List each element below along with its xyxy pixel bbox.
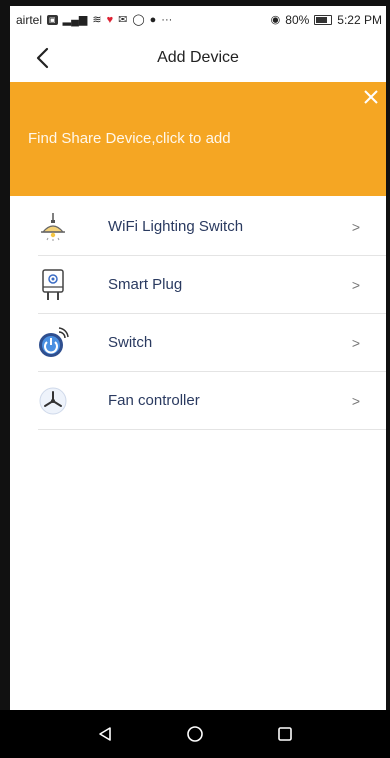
banner-text[interactable]: Find Share Device,click to add <box>28 130 231 147</box>
back-button[interactable] <box>26 42 58 74</box>
status-time: 5:22 PM <box>337 13 382 27</box>
lamp-icon <box>36 210 70 244</box>
chevron-right-icon: > <box>351 392 360 409</box>
more-notifications-icon: ··· <box>161 13 173 26</box>
close-icon[interactable] <box>362 88 380 106</box>
device-label: Smart Plug <box>108 276 183 293</box>
nav-recents-button[interactable] <box>270 719 300 749</box>
status-bar: airtel ▣ ▂▄▆ ≋ ♥ ✉ ◯ ● ··· ◉ 80% 5:22 PM <box>10 6 386 34</box>
chat-icon: ● <box>149 13 157 26</box>
plug-icon <box>36 268 70 302</box>
home-circle-icon <box>187 726 203 742</box>
message-icon: ✉ <box>118 13 128 26</box>
signal-icon: ▂▄▆ <box>62 13 88 26</box>
device-item-switch[interactable]: Switch > <box>38 314 386 372</box>
notification-app-icon: ♥ <box>106 13 114 26</box>
device-list: WiFi Lighting Switch > Smart Plug > Swit… <box>10 198 386 430</box>
power-switch-icon <box>36 326 70 360</box>
chevron-left-icon <box>36 47 49 69</box>
status-right: ◉ 80% 5:22 PM <box>271 13 386 27</box>
chevron-right-icon: > <box>351 276 360 293</box>
sim-icon: ▣ <box>47 15 58 25</box>
carrier-name: airtel <box>16 13 43 27</box>
eye-comfort-icon: ◉ <box>270 13 281 26</box>
chevron-right-icon: > <box>351 334 360 351</box>
system-nav-bar <box>0 710 390 758</box>
chevron-right-icon: > <box>351 218 360 235</box>
device-item-fan-controller[interactable]: Fan controller > <box>38 372 386 430</box>
nav-back-button[interactable] <box>90 719 120 749</box>
share-device-banner[interactable]: Find Share Device,click to add <box>10 82 386 196</box>
header-bar: Add Device <box>10 34 386 82</box>
device-item-smart-plug[interactable]: Smart Plug > <box>38 256 386 314</box>
recents-square-icon <box>278 727 292 741</box>
wifi-icon: ≋ <box>92 13 102 26</box>
device-label: Fan controller <box>108 392 200 409</box>
nav-home-button[interactable] <box>180 719 210 749</box>
battery-icon <box>314 15 333 25</box>
whatsapp-icon: ◯ <box>132 13 145 26</box>
page-title: Add Device <box>157 49 239 66</box>
status-left: airtel ▣ ▂▄▆ ≋ ♥ ✉ ◯ ● ··· <box>10 13 172 27</box>
fan-icon <box>36 384 70 418</box>
battery-percent: 80% <box>285 13 310 27</box>
device-item-wifi-lighting-switch[interactable]: WiFi Lighting Switch > <box>38 198 386 256</box>
back-triangle-icon <box>99 727 111 741</box>
device-label: Switch <box>108 334 153 351</box>
device-label: WiFi Lighting Switch <box>108 218 244 235</box>
